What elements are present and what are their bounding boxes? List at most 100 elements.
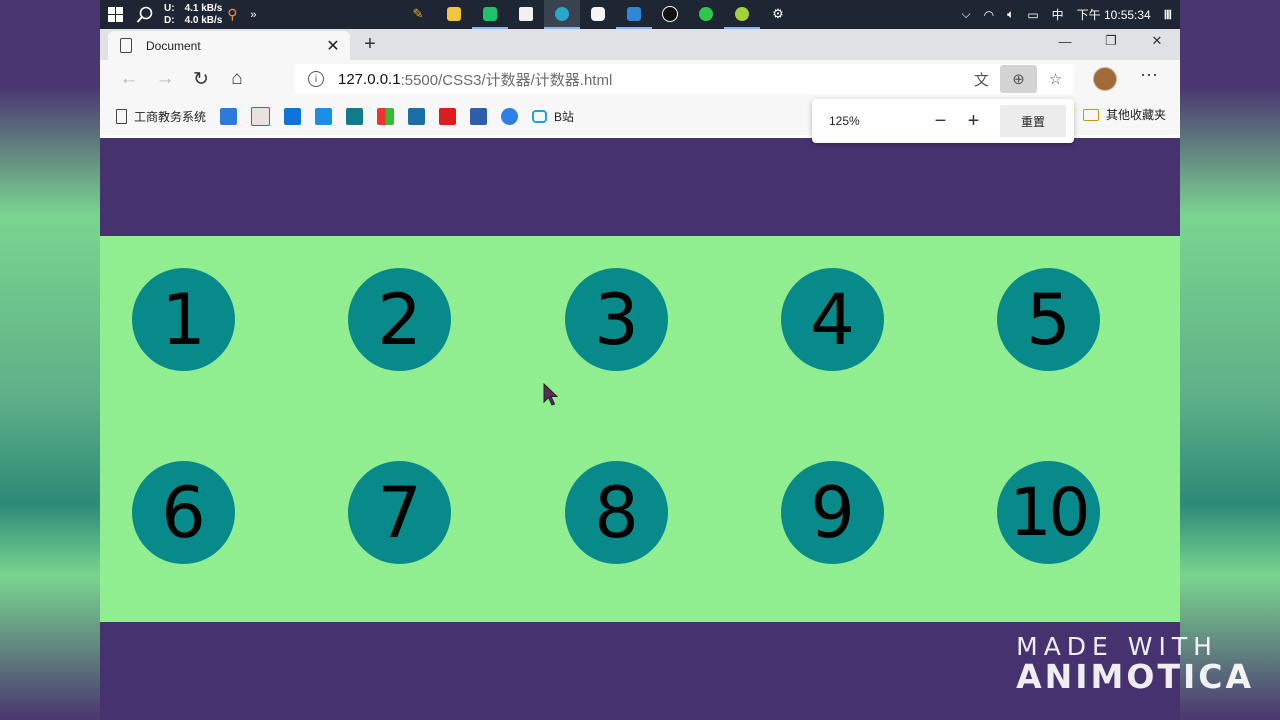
baidu-icon [501, 108, 519, 125]
favorite-item[interactable] [251, 105, 271, 129]
settings-gear-icon[interactable]: ⚙ [760, 0, 796, 29]
blurred-backdrop-right [1180, 0, 1280, 720]
restore-button[interactable]: ❐ [1088, 29, 1134, 53]
counter-circle: 3 [565, 268, 668, 371]
zoom-reset-button[interactable]: 重置 [1000, 105, 1066, 137]
university-site-icon [251, 107, 271, 126]
search-icon[interactable] [130, 0, 160, 29]
store-app-icon[interactable] [508, 0, 544, 29]
favorite-item[interactable] [284, 105, 302, 129]
favorite-item[interactable] [377, 105, 395, 129]
favorite-item[interactable] [220, 105, 238, 129]
vscode-icon[interactable] [616, 0, 652, 29]
favorite-item[interactable]: B站 [532, 105, 574, 129]
bing-icon [346, 108, 364, 125]
close-tab-icon[interactable]: ✕ [324, 36, 342, 56]
counter-circle: 1 [132, 268, 235, 371]
profile-avatar[interactable] [1093, 67, 1117, 91]
wifi-icon[interactable]: ◠ [984, 8, 994, 22]
minimize-button[interactable]: — [1042, 29, 1088, 53]
counter-circle: 2 [348, 268, 451, 371]
windows-start-icon[interactable] [100, 0, 130, 29]
zhihu-icon [284, 108, 302, 125]
zoom-level: 125% [829, 114, 860, 128]
back-button[interactable]: ← [111, 61, 147, 97]
youdao-translate-icon [315, 108, 333, 125]
csdn-icon [439, 108, 457, 125]
qq-app-icon[interactable] [652, 0, 688, 29]
upload-speed: 4.1 kB/s [184, 2, 223, 14]
counter-circle: 6 [132, 461, 235, 564]
info-icon[interactable]: i [308, 71, 324, 87]
tool-app-icon[interactable] [724, 0, 760, 29]
url-host: 127.0.0.1 [338, 70, 401, 88]
network-speed-monitor: U: 4.1 kB/s D: 4.0 kB/s [164, 3, 222, 27]
favorite-item[interactable]: 工商教务系统 [116, 105, 206, 129]
clock[interactable]: 下午 10:55:34 [1077, 6, 1151, 23]
watermark-line-2: ANIMOTICA [1016, 657, 1254, 696]
tab-strip: Document ✕ + — ❐ ✕ [100, 29, 1180, 60]
favorite-item[interactable] [315, 105, 333, 129]
overflow-chevron-icon[interactable]: » [242, 0, 264, 29]
address-bar-row: ← → ↻ ⌂ i 127.0.0.1:5500/CSS3/计数器/计数器.ht… [100, 60, 1180, 98]
magnifier-tool-icon[interactable]: ⚲ [222, 0, 242, 29]
favorite-item[interactable] [408, 105, 426, 129]
favorite-star-icon[interactable]: ☆ [1037, 65, 1074, 93]
page-icon [120, 38, 132, 53]
zoom-in-button[interactable]: + [957, 110, 990, 133]
edge-browser-window: Document ✕ + — ❐ ✕ ← → ↻ ⌂ i 127.0.0.1:5… [100, 29, 1180, 720]
zoom-out-button[interactable]: − [924, 110, 957, 133]
folder-icon [1082, 108, 1099, 121]
top-purple-band [100, 138, 1180, 236]
counter-circle: 7 [348, 461, 451, 564]
favorite-item[interactable] [470, 105, 488, 129]
download-label: D: [164, 14, 175, 26]
favorite-item[interactable] [346, 105, 364, 129]
download-speed: 4.0 kB/s [184, 14, 223, 26]
library-icon [470, 108, 488, 125]
counter-circle: 8 [565, 461, 668, 564]
tab-title: Document [146, 38, 201, 53]
new-tab-button[interactable]: + [358, 31, 382, 57]
favorite-label: B站 [554, 110, 575, 124]
bilibili-icon [532, 110, 548, 123]
refresh-button[interactable]: ↻ [183, 61, 219, 97]
zoom-icon[interactable]: ⊕ [1000, 65, 1037, 93]
favorite-item[interactable] [501, 105, 519, 129]
pen-app-icon[interactable]: ✎ [400, 0, 436, 29]
home-button[interactable]: ⌂ [219, 61, 255, 97]
notification-icon[interactable]: Ⅲ [1164, 8, 1172, 22]
more-menu-icon[interactable]: ··· [1140, 64, 1158, 85]
edge-browser-icon[interactable] [544, 0, 580, 29]
counter-circle: 10 [997, 461, 1100, 564]
url-path: :5500/CSS3/计数器/计数器.html [400, 71, 613, 89]
terminal-app-icon[interactable] [472, 0, 508, 29]
tab-document[interactable]: Document ✕ [108, 31, 350, 60]
animotica-watermark: MADE WITH ANIMOTICA [1016, 632, 1254, 693]
counter-circle: 4 [781, 268, 884, 371]
volume-icon[interactable]: 🔈︎ [1007, 7, 1014, 22]
counter-circle: 5 [997, 268, 1100, 371]
blurred-backdrop-left [0, 0, 100, 720]
forward-button[interactable]: → [147, 61, 183, 97]
office-icon [377, 108, 395, 125]
counter-circle: 9 [781, 461, 884, 564]
close-window-button[interactable]: ✕ [1134, 29, 1180, 53]
upload-label: U: [164, 2, 175, 14]
battery-icon[interactable]: ▭ [1027, 8, 1038, 22]
other-favorites-label: 其他收藏夹 [1105, 108, 1166, 122]
mooc-icon [408, 108, 426, 125]
chevron-up-icon[interactable]: ⌵ [962, 7, 971, 22]
file-explorer-icon[interactable] [436, 0, 472, 29]
favorite-label: 工商教务系统 [134, 110, 207, 124]
bilibili-app-icon[interactable] [580, 0, 616, 29]
other-favorites[interactable]: 其他收藏夹 [1082, 106, 1166, 123]
ime-indicator[interactable]: 中 [1052, 6, 1064, 23]
zoom-popup: 125% − + 重置 [812, 99, 1074, 143]
favorite-item[interactable] [439, 105, 457, 129]
wechat-app-icon[interactable] [688, 0, 724, 29]
page-icon [116, 109, 127, 124]
translate-site-icon [220, 108, 238, 125]
url-bar[interactable]: i 127.0.0.1:5500/CSS3/计数器/计数器.html 文 ⊕ ☆ [294, 64, 1074, 94]
translate-icon[interactable]: 文 [963, 65, 1000, 93]
